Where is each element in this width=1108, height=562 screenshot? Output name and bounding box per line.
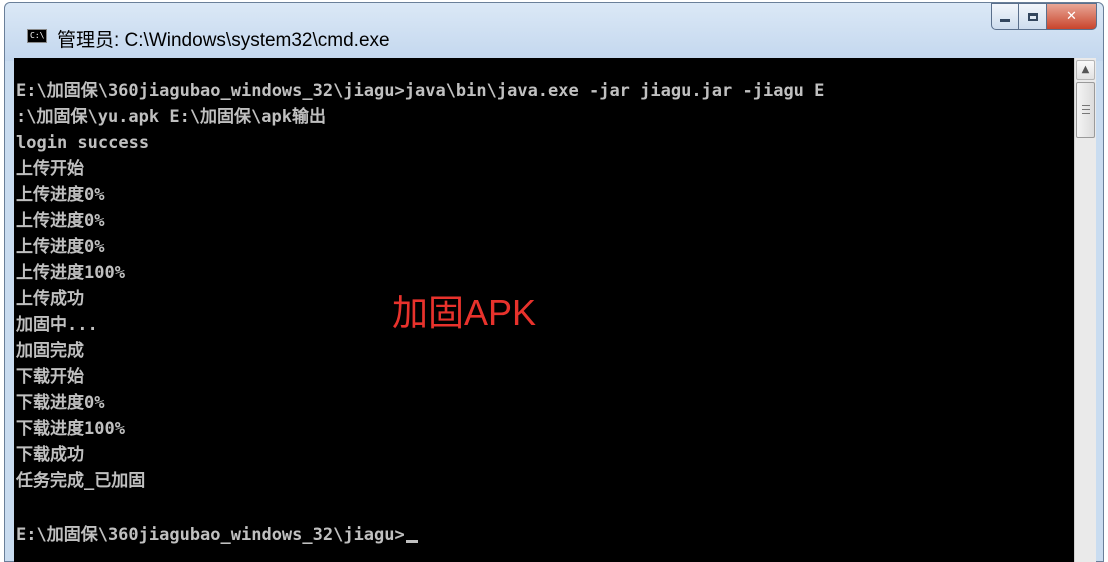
cmd-app-icon[interactable]: C:\: [27, 29, 47, 43]
console-line: 上传成功: [16, 289, 84, 309]
arrow-up-icon: ▲: [1081, 64, 1090, 75]
maximize-button[interactable]: [1019, 3, 1047, 30]
console-line: 下载开始: [16, 367, 84, 387]
scroll-up-button[interactable]: ▲: [1076, 60, 1095, 80]
text-cursor: [405, 540, 418, 543]
annotation-label: 加固APK: [392, 292, 537, 333]
title-bar[interactable]: C:\ 管理员: C:\Windows\system32\cmd.exe ✕: [5, 3, 1103, 61]
console-line: 上传进度0%: [16, 237, 105, 257]
console-line: :\加固保\yu.apk E:\加固保\apk输出: [16, 107, 326, 127]
maximize-icon: [1027, 12, 1038, 21]
window-title: 管理员: C:\Windows\system32\cmd.exe: [57, 30, 390, 51]
scroll-thumb[interactable]: [1076, 82, 1095, 138]
vertical-scrollbar[interactable]: ▲: [1074, 58, 1096, 562]
console-line: 上传进度0%: [16, 211, 105, 231]
console-line: 下载成功: [16, 445, 84, 465]
prompt-line[interactable]: E:\加固保\360jiagubao_windows_32\jiagu>: [16, 522, 418, 548]
console-line: 加固中...: [16, 315, 98, 335]
console-line: 上传进度100%: [16, 263, 125, 283]
console-line: 任务完成_已加固: [16, 471, 146, 491]
close-icon: ✕: [1066, 9, 1077, 24]
console-line: E:\加固保\360jiagubao_windows_32\jiagu>java…: [16, 81, 825, 101]
minimize-icon: [1000, 19, 1010, 22]
console-line: login success: [16, 133, 150, 153]
console-line: 下载进度0%: [16, 393, 105, 413]
grip-icon: [1082, 105, 1090, 106]
grip-icon: [1082, 109, 1090, 110]
console-line: 加固完成: [16, 341, 84, 361]
console-line: 下载进度100%: [16, 419, 125, 439]
minimize-button[interactable]: [991, 3, 1019, 30]
caption-buttons: ✕: [991, 3, 1097, 31]
close-button[interactable]: ✕: [1047, 3, 1097, 30]
console-line: 上传进度0%: [16, 185, 105, 205]
grip-icon: [1082, 113, 1090, 114]
prompt-text: E:\加固保\360jiagubao_windows_32\jiagu>: [16, 525, 405, 545]
console-line: 上传开始: [16, 159, 84, 179]
console-output[interactable]: E:\加固保\360jiagubao_windows_32\jiagu>java…: [14, 58, 1074, 562]
